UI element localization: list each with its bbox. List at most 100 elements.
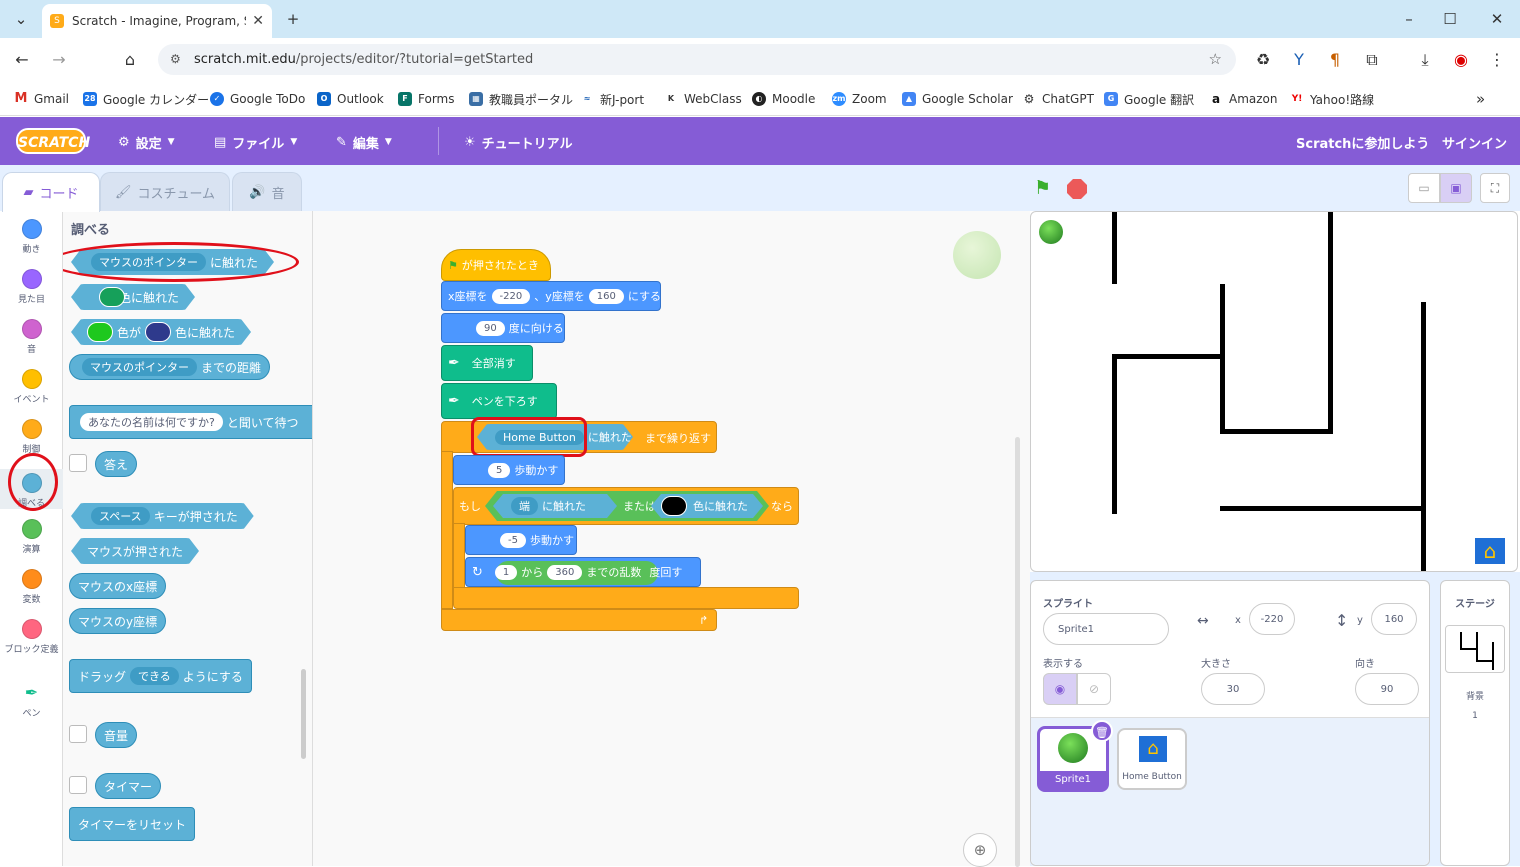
large-stage-icon[interactable]: ▣	[1440, 173, 1472, 203]
size-input[interactable]: 30	[1201, 673, 1265, 705]
join-scratch-link[interactable]: Scratchに参加しよう	[1296, 132, 1429, 152]
stop-icon[interactable]	[1067, 179, 1087, 199]
touching-color-check-block[interactable]: 色に触れた	[651, 494, 763, 518]
touching-color-block[interactable]: 色に触れた	[71, 284, 195, 310]
turn-block[interactable]: ↻ 1 から 360 までの乱数 度回す	[465, 557, 701, 587]
block-input[interactable]: あなたの名前は何ですか?	[80, 413, 223, 431]
mouse-y-reporter[interactable]: マウスのy座標	[69, 608, 167, 634]
random-from-input[interactable]: 1	[494, 564, 518, 580]
minimize-icon[interactable]: –	[1396, 6, 1422, 32]
settings-menu[interactable]: ⚙ 設定 ▼	[118, 132, 175, 152]
bookmark-portal[interactable]: ▦ 教職員ポータル	[469, 90, 573, 108]
pen-down-block[interactable]: ✒ ペンを下ろす	[441, 383, 557, 419]
pen-clear-block[interactable]: ✒ 全部消す	[441, 345, 533, 381]
ask-block[interactable]: あなたの名前は何ですか? と聞いて待つ	[69, 405, 312, 439]
touching-dropdown[interactable]: 端	[511, 497, 538, 515]
x-input[interactable]: -220	[1249, 603, 1295, 635]
home-button-sprite-icon[interactable]: ⌂	[1475, 538, 1505, 564]
url-bar[interactable]: ⚙ scratch.mit.edu/projects/editor/?tutor…	[158, 44, 1236, 75]
edit-menu[interactable]: ✎ 編集 ▼	[336, 132, 392, 152]
reset-timer-block[interactable]: タイマーをリセット	[69, 807, 196, 841]
pilcrow-extension-icon[interactable]: ¶	[1323, 48, 1347, 72]
category-8[interactable]: ブロック定義	[0, 619, 63, 655]
sprite-thumb-home-button[interactable]: ⌂ Home Button	[1117, 728, 1187, 790]
show-eye-icon[interactable]: ◉	[1043, 673, 1077, 705]
tab-sound[interactable]: 🔊 音	[232, 172, 302, 212]
bookmark-forms[interactable]: F Forms	[398, 90, 454, 108]
category-9[interactable]: ✒ ペン	[0, 683, 63, 719]
puzzle-icon[interactable]: ⧉	[1360, 48, 1384, 72]
bookmark-moodle[interactable]: ◐ Moodle	[752, 90, 815, 108]
backdrop-thumbnail[interactable]	[1445, 625, 1505, 673]
mouse-down-block[interactable]: マウスが押された	[71, 538, 199, 564]
loudness-reporter[interactable]: 音量	[95, 722, 138, 748]
category-4[interactable]: 制御	[0, 419, 63, 455]
direction-input[interactable]: 90	[1355, 673, 1419, 705]
bookmark-translate[interactable]: G Google 翻訳	[1104, 90, 1194, 108]
move-back-block[interactable]: -5 歩動かす	[465, 525, 577, 555]
bookmark-star-icon[interactable]: ☆	[1209, 44, 1222, 75]
category-1[interactable]: 見た目	[0, 269, 63, 305]
maximize-icon[interactable]: ☐	[1437, 6, 1463, 32]
small-stage-icon[interactable]: ▭	[1408, 173, 1440, 203]
drag-mode-block[interactable]: ドラッグ できる ようにする	[69, 659, 252, 693]
key-pressed-block[interactable]: スペース キーが押された	[71, 503, 254, 529]
loudness-checkbox[interactable]	[69, 725, 87, 743]
stage-canvas[interactable]: ⌂	[1030, 211, 1518, 572]
category-7[interactable]: 変数	[0, 569, 63, 605]
color-touching-color-block[interactable]: 色が 色に触れた	[71, 319, 251, 345]
steps-input[interactable]: -5	[500, 532, 526, 548]
browser-tab[interactable]: S Scratch - Imagine, Program, Sh ✕	[42, 4, 272, 38]
extension-icon[interactable]: ♻	[1251, 48, 1275, 72]
download-icon[interactable]: ⤓	[1413, 48, 1437, 72]
sprite-ball[interactable]	[1039, 220, 1063, 244]
answer-reporter[interactable]: 答え	[95, 451, 138, 477]
home-icon[interactable]: ⌂	[118, 48, 142, 72]
signin-link[interactable]: サインイン	[1442, 132, 1507, 152]
bookmark-calendar[interactable]: 28 Google カレンダー	[83, 90, 209, 108]
category-3[interactable]: イベント	[0, 369, 63, 405]
color-swatch[interactable]	[87, 322, 113, 342]
bookmark-amazon[interactable]: a Amazon	[1209, 90, 1278, 108]
back-icon[interactable]: ←	[10, 48, 34, 72]
green-flag-icon[interactable]: ⚑	[1034, 177, 1051, 199]
stage-selector[interactable]: ステージ 背景 1	[1440, 580, 1510, 866]
profile-icon[interactable]: ◉	[1449, 48, 1473, 72]
block-dropdown[interactable]: できる	[130, 667, 179, 685]
color-swatch[interactable]	[661, 496, 687, 516]
category-6[interactable]: 演算	[0, 519, 63, 555]
block-dropdown[interactable]: スペース	[91, 507, 150, 525]
timer-reporter[interactable]: タイマー	[95, 773, 162, 799]
palette-scrollbar[interactable]	[301, 669, 306, 759]
bookmark-scholar[interactable]: ▲ Google Scholar	[902, 90, 1013, 108]
tab-code[interactable]: ▰ コード	[2, 172, 100, 212]
bookmark-webclass[interactable]: K WebClass	[664, 90, 742, 108]
move-steps-block[interactable]: 5 歩動かす	[453, 455, 565, 485]
code-scrollbar[interactable]	[1015, 437, 1020, 867]
site-info-icon[interactable]: ⚙	[170, 44, 181, 75]
random-to-input[interactable]: 360	[547, 564, 583, 580]
bookmark-outlook[interactable]: O Outlook	[317, 90, 384, 108]
fullscreen-icon[interactable]: ⛶	[1480, 173, 1510, 203]
bookmark-zoom[interactable]: zm Zoom	[832, 90, 887, 108]
new-tab-icon[interactable]: +	[280, 6, 306, 32]
bookmark-todo[interactable]: ✓ Google ToDo	[210, 90, 305, 108]
category-2[interactable]: 音	[0, 319, 63, 355]
bookmark-yahoo[interactable]: Y! Yahoo!路線	[1290, 90, 1374, 108]
delete-sprite-icon[interactable]: 🗑	[1091, 720, 1113, 742]
when-flag-clicked-block[interactable]: ⚑ が押されたとき	[441, 249, 551, 281]
block-dropdown[interactable]: マウスのポインター	[82, 358, 197, 376]
color-swatch[interactable]	[99, 287, 125, 307]
forward-icon[interactable]: →	[47, 48, 71, 72]
mouse-x-reporter[interactable]: マウスのx座標	[69, 573, 167, 599]
menu-dots-icon[interactable]: ⋮	[1485, 48, 1509, 72]
y-input[interactable]: 160	[588, 288, 624, 304]
answer-checkbox[interactable]	[69, 454, 87, 472]
tab-costume[interactable]: 🖌 コスチューム	[100, 172, 230, 212]
bookmark-jport[interactable]: ≈ 新J-port	[580, 90, 644, 108]
point-direction-block[interactable]: 90 度に向ける	[441, 313, 565, 343]
direction-input[interactable]: 90	[476, 320, 505, 336]
timer-checkbox[interactable]	[69, 776, 87, 794]
distance-block[interactable]: マウスのポインター までの距離	[69, 354, 271, 380]
tutorial-menu[interactable]: ☀ チュートリアル	[464, 132, 573, 152]
